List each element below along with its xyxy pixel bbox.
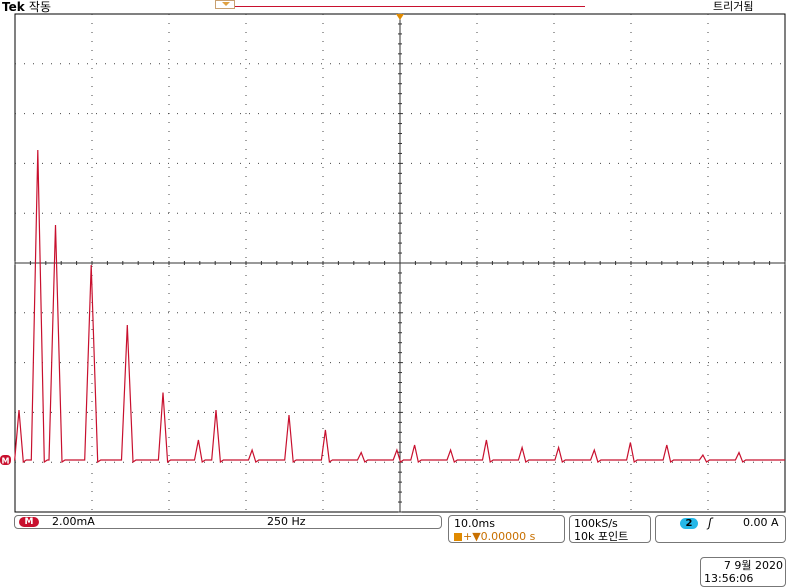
date-readout: 7 9월 2020 bbox=[723, 559, 783, 572]
record-length: 10k 포인트 bbox=[574, 530, 629, 543]
time-position-value: +▼0.00000 s bbox=[463, 530, 536, 543]
settings-readout-bar: M 2.00mA 250 Hz 10.0ms +▼0.00000 s 100kS… bbox=[0, 514, 789, 544]
timebase-panel[interactable]: 10.0ms +▼0.00000 s bbox=[448, 515, 565, 543]
math-channel-badge: M bbox=[19, 517, 39, 527]
channel-settings-panel[interactable]: M 2.00mA 250 Hz bbox=[14, 515, 442, 529]
date-time-panel: 7 9월 2020 13:56:06 bbox=[700, 557, 786, 587]
channel-marker-label: M bbox=[2, 457, 10, 466]
bandwidth-readout: 250 Hz bbox=[267, 515, 306, 528]
trigger-time-position: +▼0.00000 s bbox=[454, 530, 535, 543]
sample-rate: 100kS/s bbox=[574, 517, 618, 530]
acquisition-panel[interactable]: 100kS/s 10k 포인트 bbox=[569, 515, 651, 543]
time-per-division: 10.0ms bbox=[454, 517, 495, 530]
trigger-panel[interactable]: 2 ʃ 0.00 A bbox=[655, 515, 786, 543]
scope-display[interactable]: M bbox=[0, 0, 789, 514]
trigger-point-icon bbox=[396, 14, 404, 20]
trigger-level: 0.00 A bbox=[743, 516, 779, 529]
trigger-source-badge: 2 bbox=[680, 518, 698, 529]
trigger-position-icon bbox=[454, 533, 462, 541]
vertical-scale: 2.00mA bbox=[52, 515, 95, 528]
time-readout: 13:56:06 bbox=[704, 572, 754, 585]
rising-edge-icon: ʃ bbox=[708, 516, 713, 530]
